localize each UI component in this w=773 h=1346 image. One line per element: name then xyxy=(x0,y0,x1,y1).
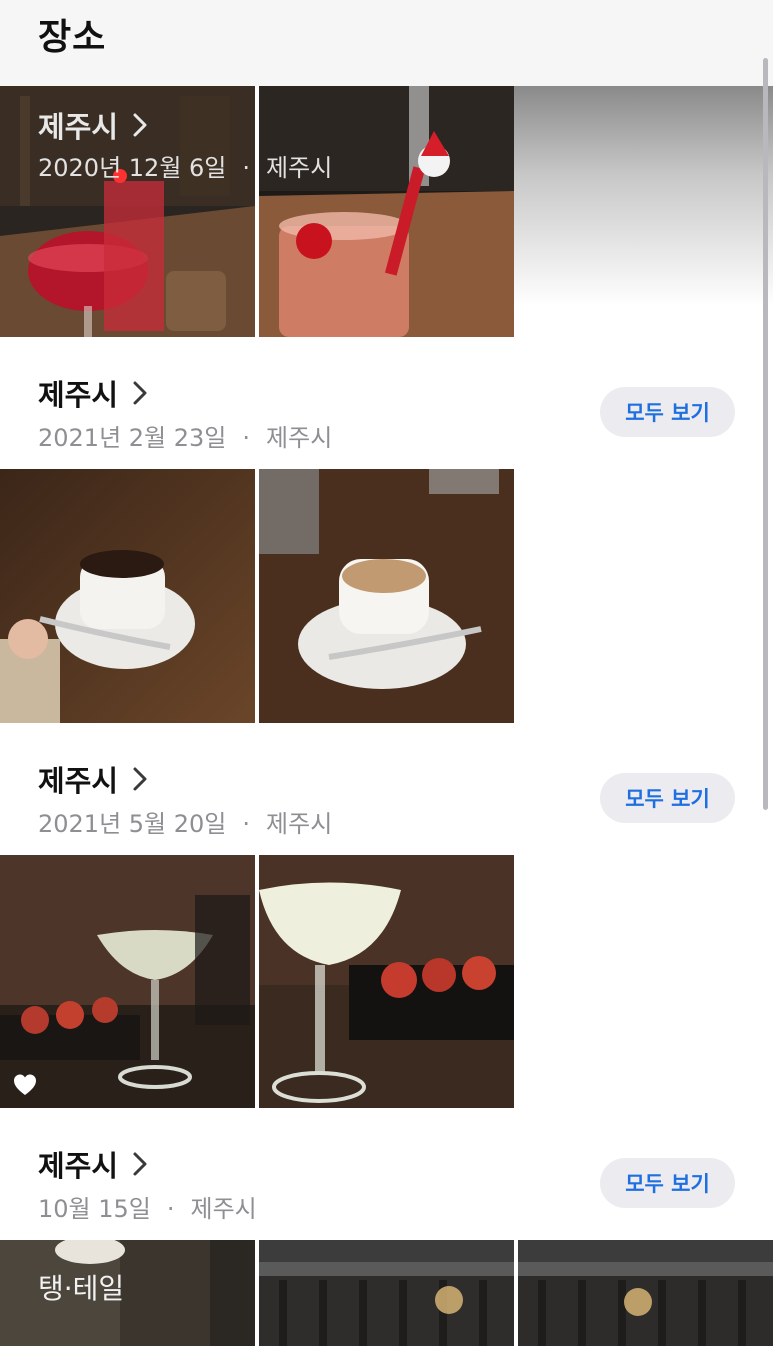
photo-thumbnail[interactable] xyxy=(259,86,514,337)
date-text: 2020년 12월 6일 xyxy=(38,154,227,182)
photo-thumbnail[interactable] xyxy=(259,469,514,723)
photo-thumbnail[interactable] xyxy=(0,469,255,723)
location-text: 제주시 xyxy=(190,1195,257,1223)
date-text: 2021년 5월 20일 xyxy=(38,810,227,838)
scrollbar[interactable] xyxy=(763,58,768,810)
section-place-title[interactable]: 제주시 xyxy=(38,104,148,146)
photo-thumbnail[interactable] xyxy=(0,855,255,1108)
section-header: 제주시 2021년 2월 23일 · 제주시 모두 보기 xyxy=(0,338,773,468)
separator-dot: · xyxy=(242,424,251,452)
section-date: 10월 15일 · 제주시 xyxy=(38,1189,257,1224)
photo-thumbnail[interactable] xyxy=(259,1240,514,1346)
photo-thumbnail[interactable] xyxy=(259,855,514,1108)
sign-text: 탱·테일 xyxy=(38,1272,124,1305)
section-date: 2021년 5월 20일 · 제주시 xyxy=(38,804,332,839)
section-date: 2021년 2월 23일 · 제주시 xyxy=(38,418,332,453)
nav-header: 장소 xyxy=(0,0,773,86)
photo-thumbnail[interactable]: 탱·테일 xyxy=(0,1240,255,1346)
date-text: 2021년 2월 23일 xyxy=(38,424,227,452)
page-title: 장소 xyxy=(38,17,107,58)
place-name: 제주시 xyxy=(38,378,119,412)
see-all-button[interactable]: 모두 보기 xyxy=(600,387,735,437)
section-place-title[interactable]: 제주시 xyxy=(38,758,148,800)
chevron-right-icon xyxy=(133,767,147,791)
separator-dot: · xyxy=(166,1195,175,1223)
separator-dot: · xyxy=(242,810,251,838)
place-name: 제주시 xyxy=(38,1149,119,1183)
section-header: 제주시 2021년 5월 20일 · 제주시 모두 보기 xyxy=(0,724,773,854)
separator-dot: · xyxy=(242,154,251,182)
section-header: 제주시 10월 15일 · 제주시 모두 보기 xyxy=(0,1109,773,1239)
location-text: 제주시 xyxy=(266,154,333,182)
see-all-button[interactable]: 모두 보기 xyxy=(600,773,735,823)
section-place-title[interactable]: 제주시 xyxy=(38,372,148,414)
date-text: 10월 15일 xyxy=(38,1195,151,1223)
chevron-right-icon xyxy=(133,113,147,137)
heart-favorite-icon[interactable] xyxy=(12,1072,38,1098)
photo-placeholder xyxy=(514,86,773,306)
section-place-title[interactable]: 제주시 xyxy=(38,1143,148,1185)
photo-thumbnail[interactable] xyxy=(518,1240,773,1346)
place-name: 제주시 xyxy=(38,110,119,144)
chevron-right-icon xyxy=(133,1152,147,1176)
location-text: 제주시 xyxy=(266,810,333,838)
location-text: 제주시 xyxy=(266,424,333,452)
place-name: 제주시 xyxy=(38,764,119,798)
section-date: 2020년 12월 6일 · 제주시 xyxy=(38,148,332,183)
chevron-right-icon xyxy=(133,381,147,405)
see-all-button[interactable]: 모두 보기 xyxy=(600,1158,735,1208)
